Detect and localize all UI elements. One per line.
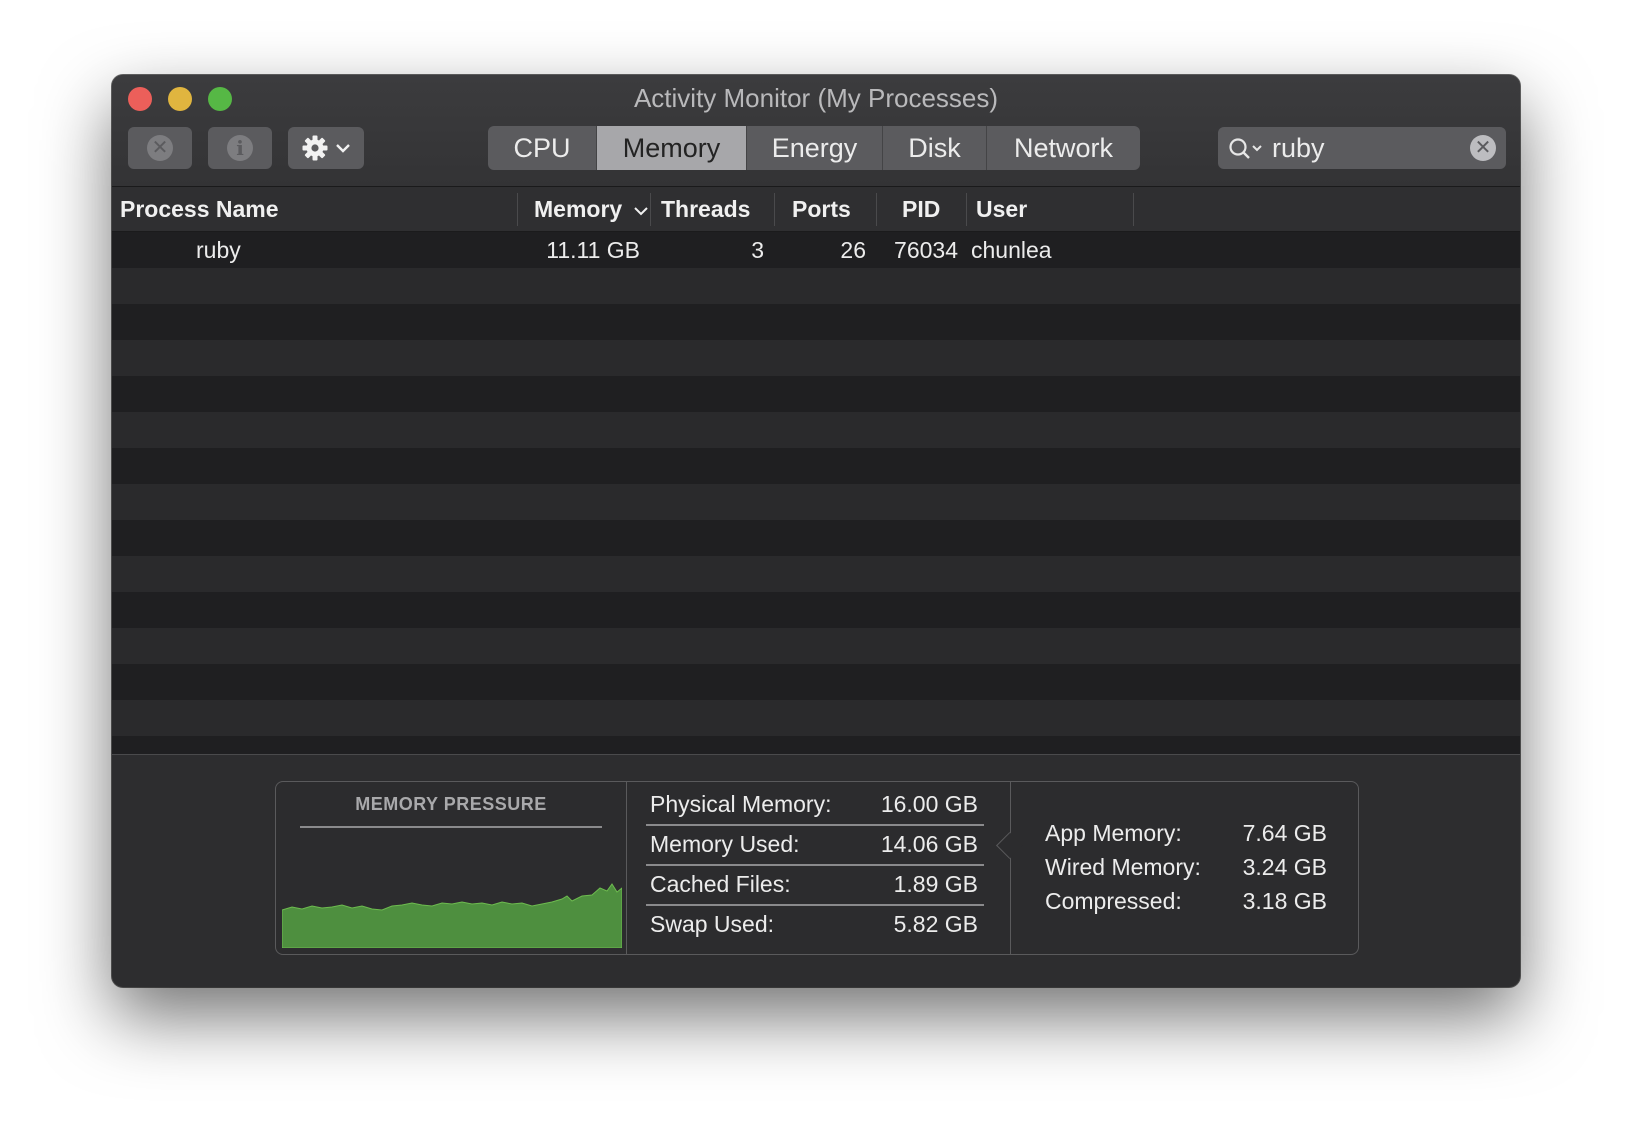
empty-row (112, 484, 1520, 520)
column-divider[interactable] (774, 193, 775, 226)
empty-row (112, 700, 1520, 736)
column-process-name[interactable]: Process Name (120, 187, 279, 231)
column-pid[interactable]: PID (902, 187, 940, 231)
empty-row (112, 664, 1520, 700)
empty-row (112, 736, 1520, 754)
tab-energy[interactable]: Energy (746, 126, 882, 170)
tab-cpu[interactable]: CPU (488, 126, 596, 170)
stat-row: Compressed: 3.18 GB (1045, 884, 1327, 918)
stat-value: 5.82 GB (893, 911, 978, 937)
clear-search-icon[interactable]: ✕ (1470, 135, 1496, 161)
toolbar: Activity Monitor (My Processes) ✕ i CPU … (112, 75, 1520, 187)
stat-label: Compressed: (1045, 888, 1182, 914)
memory-breakdown-section: App Memory: 7.64 GB Wired Memory: 3.24 G… (1011, 782, 1358, 954)
ports-cell: 26 (840, 237, 866, 263)
stop-process-icon: ✕ (147, 135, 173, 161)
stat-label: App Memory: (1045, 820, 1182, 846)
tab-network[interactable]: Network (986, 126, 1140, 170)
window-title: Activity Monitor (My Processes) (633, 83, 999, 113)
stat-label: Memory Used: (650, 831, 800, 857)
stat-value: 3.24 GB (1242, 854, 1327, 880)
stat-value: 14.06 GB (880, 831, 978, 857)
memory-pressure-title: MEMORY PRESSURE (355, 794, 547, 814)
process-table: ruby 11.11 GB 3 26 76034 chunlea (112, 232, 1520, 754)
process-name-cell: ruby (196, 237, 241, 263)
empty-row (112, 268, 1520, 304)
column-divider[interactable] (1133, 193, 1134, 226)
empty-row (112, 412, 1520, 448)
tab-disk[interactable]: Disk (882, 126, 986, 170)
stat-value: 1.89 GB (893, 871, 978, 897)
stat-value: 16.00 GB (880, 791, 978, 817)
pid-cell: 76034 (894, 237, 958, 263)
search-field[interactable]: ruby ✕ (1218, 127, 1506, 169)
physical-memory-section: Physical Memory: 16.00 GB Memory Used: 1… (628, 782, 1010, 954)
stat-row: Physical Memory: 16.00 GB (646, 784, 984, 826)
stat-label: Physical Memory: (650, 791, 832, 817)
divider (300, 826, 602, 828)
memory-pressure-section: MEMORY PRESSURE (276, 782, 626, 954)
stop-process-button[interactable]: ✕ (128, 127, 192, 169)
tab-memory[interactable]: Memory (596, 126, 746, 170)
column-divider[interactable] (517, 193, 518, 226)
stat-row: App Memory: 7.64 GB (1045, 816, 1327, 850)
empty-row (112, 592, 1520, 628)
empty-row (112, 340, 1520, 376)
stat-label: Cached Files: (650, 871, 791, 897)
stat-label: Swap Used: (650, 911, 775, 937)
memory-cell: 11.11 GB (546, 237, 640, 263)
column-memory[interactable]: Memory (534, 187, 649, 231)
chevron-down-icon (336, 144, 350, 153)
column-divider[interactable] (650, 193, 651, 226)
empty-row (112, 556, 1520, 592)
table-header: Process Name Memory Threads Ports PID Us… (112, 187, 1520, 232)
stat-value: 3.18 GB (1242, 888, 1327, 914)
table-footer-divider (112, 754, 1520, 755)
memory-stats-panel: MEMORY PRESSURE Physical Memory: 16.00 G… (275, 781, 1359, 955)
info-icon: i (227, 135, 253, 161)
column-divider[interactable] (876, 193, 877, 226)
column-divider[interactable] (966, 193, 967, 226)
column-threads[interactable]: Threads (661, 187, 750, 231)
empty-row (112, 304, 1520, 340)
activity-monitor-window: Activity Monitor (My Processes) ✕ i CPU … (112, 75, 1520, 987)
column-ports[interactable]: Ports (792, 187, 851, 231)
gear-icon (302, 135, 328, 161)
table-row[interactable]: ruby 11.11 GB 3 26 76034 chunlea (112, 232, 1520, 268)
stat-row: Cached Files: 1.89 GB (646, 864, 984, 906)
column-memory-label: Memory (534, 196, 623, 222)
stat-row: Memory Used: 14.06 GB (646, 824, 984, 866)
stat-value: 7.64 GB (1242, 820, 1327, 846)
action-menu-button[interactable] (288, 127, 364, 169)
threads-cell: 3 (751, 237, 764, 263)
divider (626, 782, 627, 954)
search-input[interactable]: ruby (1272, 133, 1325, 164)
view-tabs: CPU Memory Energy Disk Network (488, 126, 1140, 170)
search-icon (1229, 138, 1262, 159)
stat-label: Wired Memory: (1045, 854, 1201, 880)
inspect-process-button[interactable]: i (208, 127, 272, 169)
sort-descending-icon (633, 207, 648, 216)
stat-row: Swap Used: 5.82 GB (646, 904, 984, 944)
empty-row (112, 376, 1520, 412)
memory-pressure-graph (282, 883, 622, 948)
empty-row (112, 520, 1520, 556)
stat-row: Wired Memory: 3.24 GB (1045, 850, 1327, 884)
empty-row (112, 448, 1520, 484)
empty-row (112, 628, 1520, 664)
user-cell: chunlea (971, 237, 1052, 263)
column-user[interactable]: User (976, 187, 1027, 231)
